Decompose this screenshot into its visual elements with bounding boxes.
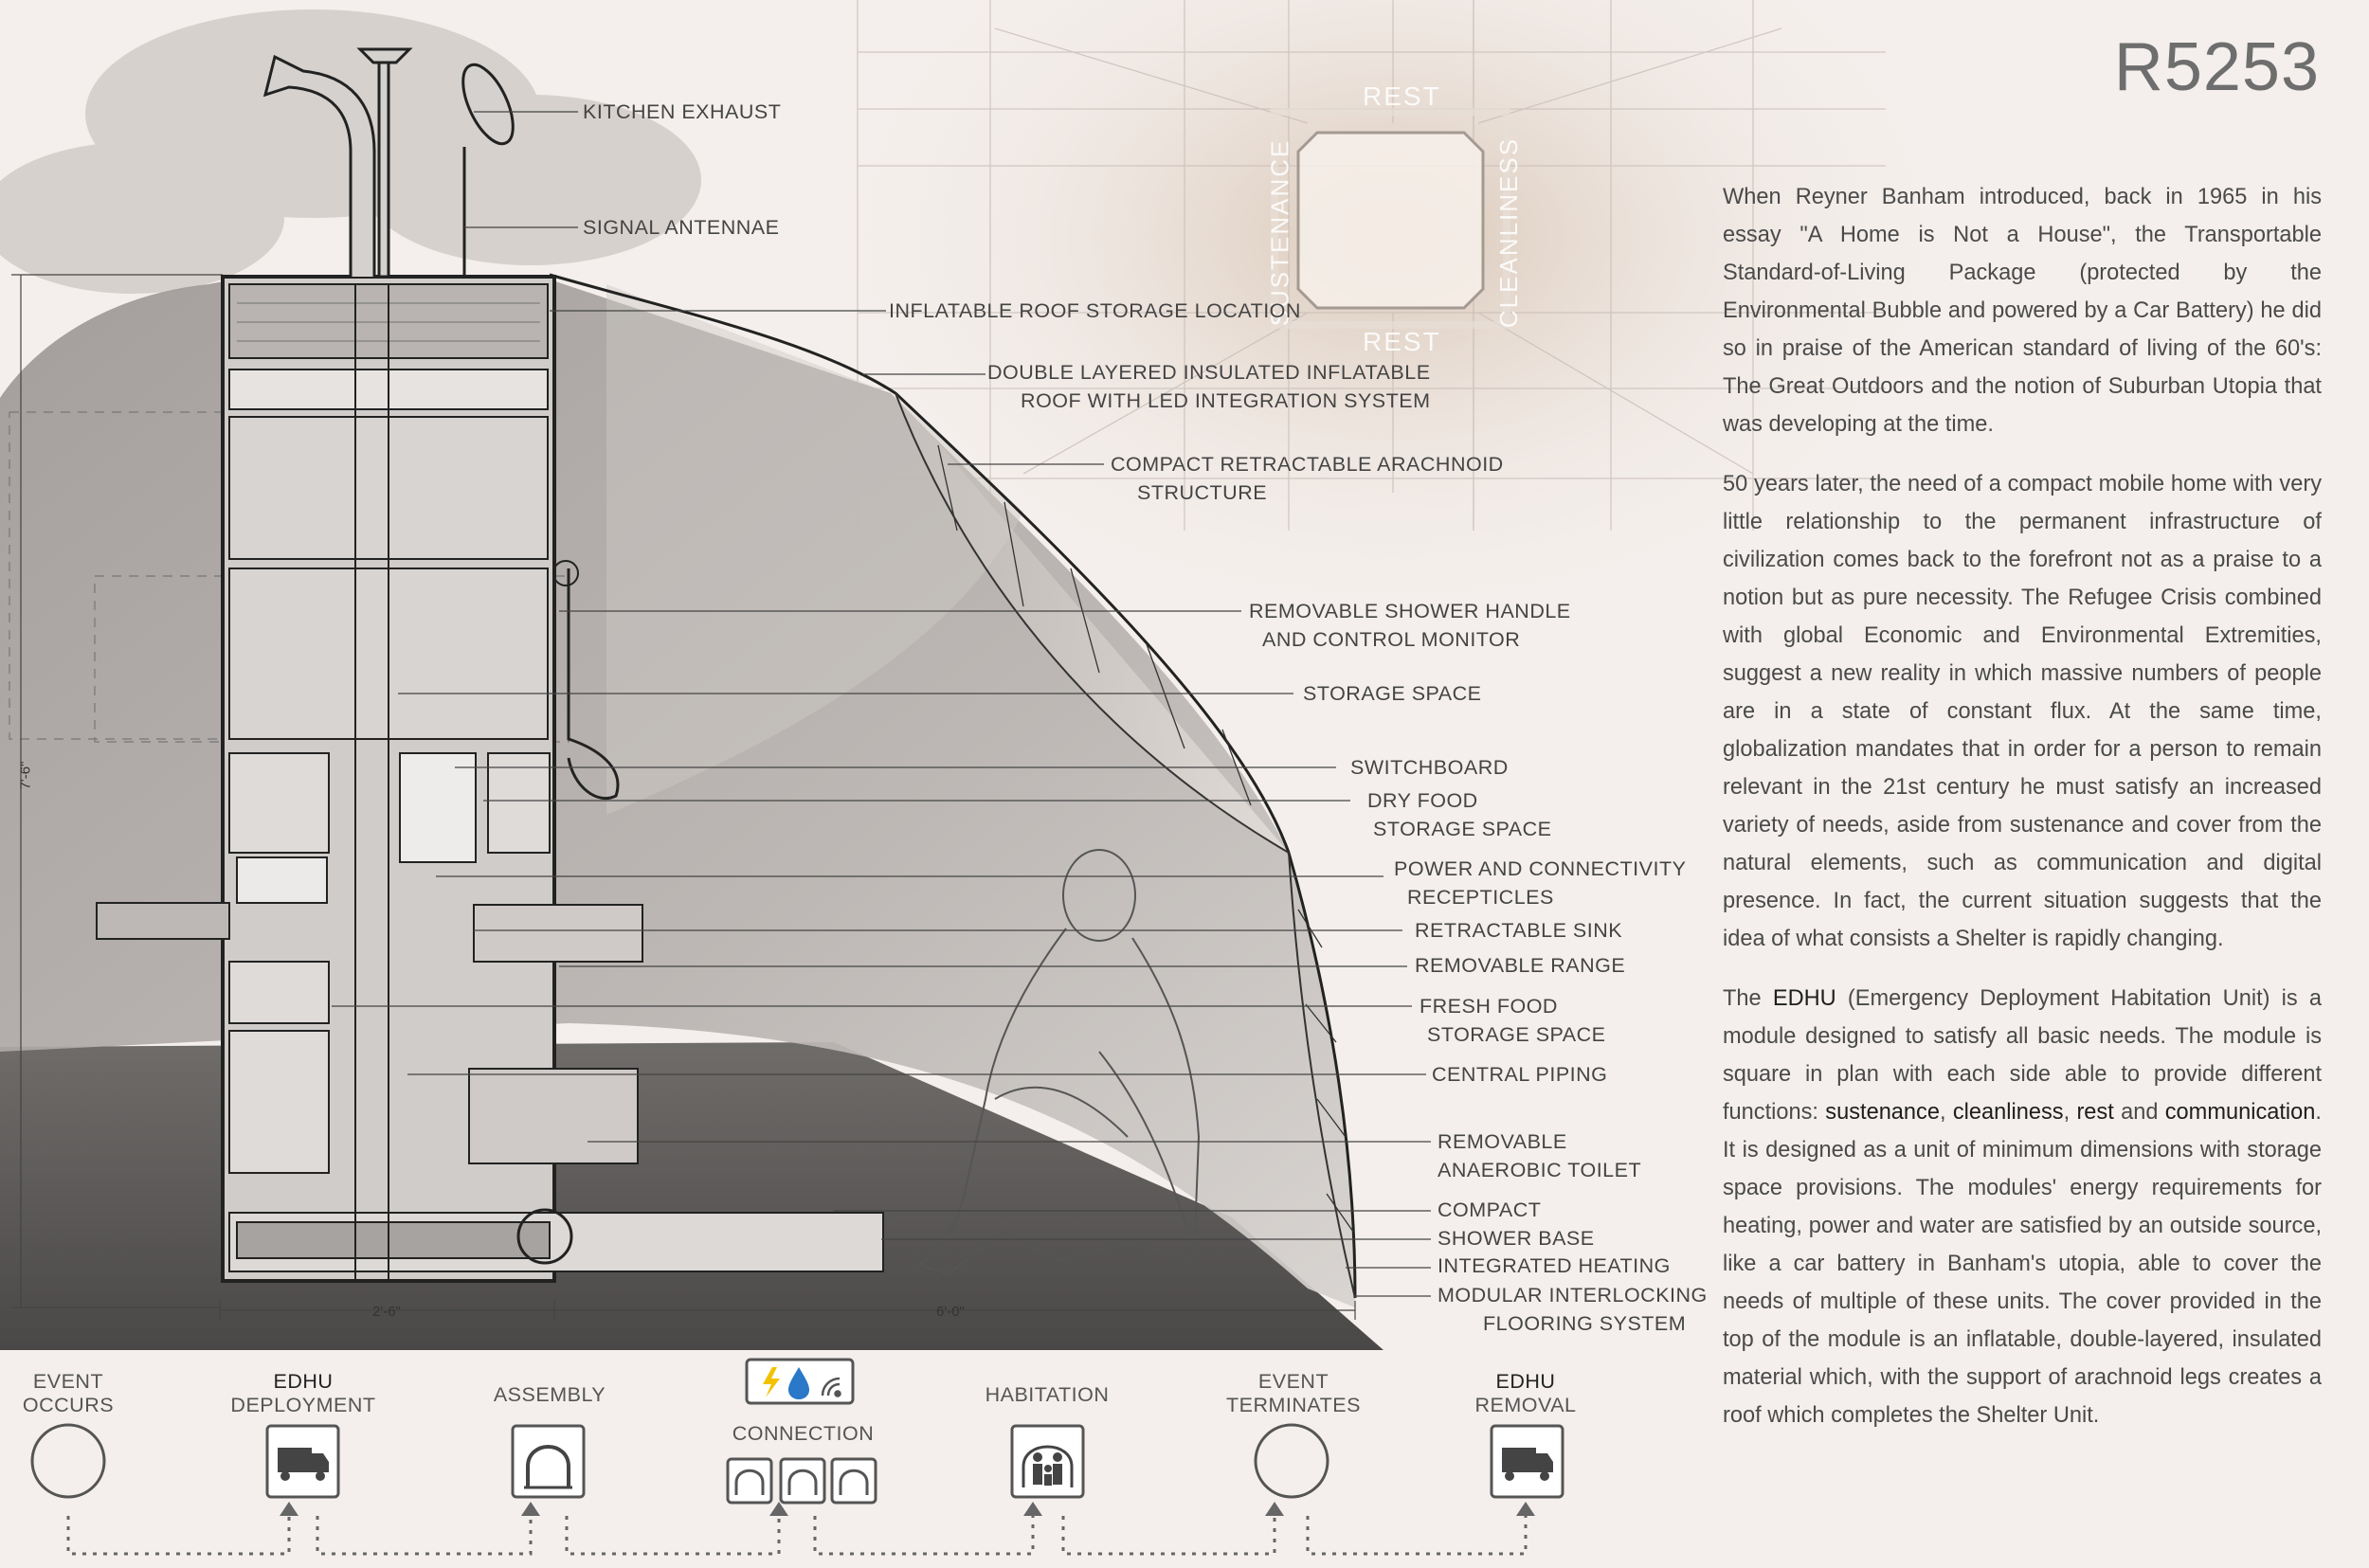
label-storage-space: STORAGE SPACE — [1303, 682, 1482, 705]
label-central-piping: CENTRAL PIPING — [1432, 1063, 1608, 1086]
label-fresh-food: FRESH FOOD STORAGE SPACE — [1420, 992, 1606, 1049]
step-event-terminates: EVENT TERMINATES — [1203, 1370, 1383, 1417]
label-inflatable-roof-storage: INFLATABLE ROOF STORAGE LOCATION — [889, 299, 1301, 322]
label-double-layered-roof: DOUBLE LAYERED INSULATED INFLATABLE ROOF… — [987, 358, 1431, 415]
essay-p3-c: . It is designed as a unit of minimum di… — [1723, 1100, 2322, 1428]
keyword-sustenance: sustenance — [1825, 1100, 1940, 1125]
project-essay: When Reyner Banham introduced, back in 1… — [1723, 178, 2322, 1456]
step-removal-line-2: REMOVAL — [1474, 1394, 1577, 1416]
label-shower-base: COMPACT SHOWER BASE — [1438, 1196, 1595, 1253]
label-signal-antennae: SIGNAL ANTENNAE — [583, 216, 780, 239]
step-assembly: ASSEMBLY — [493, 1383, 606, 1406]
label-removable-range: REMOVABLE RANGE — [1415, 954, 1626, 977]
step-deployment-line-2: DEPLOYMENT — [230, 1394, 376, 1416]
label-anaerobic-toilet: REMOVABLE ANAEROBIC TOILET — [1438, 1127, 1641, 1184]
essay-p3-comma-1: , — [1939, 1100, 1953, 1125]
step-removal-line-1: EDHU — [1495, 1370, 1556, 1393]
label-shower-handle-line-2: AND CONTROL MONITOR — [1262, 628, 1521, 651]
label-double-layered-line-1: DOUBLE LAYERED INSULATED INFLATABLE — [987, 361, 1431, 384]
step-event-terminates-line-2: TERMINATES — [1226, 1394, 1361, 1416]
label-flooring-system: MODULAR INTERLOCKING FLOORING SYSTEM — [1438, 1281, 1708, 1338]
essay-paragraph-3: The EDHU (Emergency Deployment Habitatio… — [1723, 980, 2322, 1434]
step-event-occurs-line-1: EVENT — [32, 1370, 104, 1393]
label-retractable-sink: RETRACTABLE SINK — [1415, 919, 1623, 942]
keyword-communication: communication — [2164, 1100, 2316, 1125]
label-kitchen-exhaust: KITCHEN EXHAUST — [583, 100, 782, 123]
label-shower-handle: REMOVABLE SHOWER HANDLE AND CONTROL MONI… — [1249, 597, 1571, 654]
label-flooring-line-2: FLOORING SYSTEM — [1483, 1312, 1687, 1335]
dimension-roof-span: 6'-0" — [936, 1304, 965, 1320]
label-double-layered-line-2: ROOF WITH LED INTEGRATION SYSTEM — [1021, 389, 1431, 412]
label-toilet-line-2: ANAEROBIC TOILET — [1438, 1159, 1642, 1181]
label-integrated-heating: INTEGRATED HEATING — [1438, 1254, 1671, 1277]
project-code: R5253 — [2113, 29, 2320, 105]
essay-p3-comma-2: , — [2063, 1100, 2077, 1125]
essay-paragraph-2: 50 years later, the need of a compact mo… — [1723, 472, 2322, 951]
label-power-connectivity: POWER AND CONNECTIVITY RECEPTICLES — [1394, 855, 1686, 911]
plan-label-cleanliness: CLEANLINESS — [1494, 136, 1524, 329]
dimension-height: 7'-6" — [17, 761, 34, 790]
label-fresh-food-line-1: FRESH FOOD — [1420, 995, 1558, 1018]
label-toilet-line-1: REMOVABLE — [1438, 1130, 1567, 1153]
step-deployment-line-1: EDHU — [273, 1370, 334, 1393]
keyword-rest: rest — [2076, 1100, 2114, 1125]
label-dry-food-line-2: STORAGE SPACE — [1373, 818, 1552, 840]
essay-paragraph-1: When Reyner Banham introduced, back in 1… — [1723, 185, 2322, 437]
essay-p3-and: and — [2113, 1100, 2165, 1125]
essay-p3-a: The — [1723, 986, 1773, 1011]
essay-p3-edhu: EDHU — [1772, 986, 1836, 1011]
label-power-line-2: RECEPTICLES — [1407, 886, 1554, 909]
label-arachnoid-line-2: STRUCTURE — [1137, 481, 1268, 504]
label-shower-line-2: SHOWER BASE — [1438, 1227, 1595, 1250]
step-deployment: EDHU DEPLOYMENT — [213, 1370, 393, 1417]
label-arachnoid-line-1: COMPACT RETRACTABLE ARACHNOID — [1111, 453, 1504, 476]
label-shower-handle-line-1: REMOVABLE SHOWER HANDLE — [1249, 600, 1571, 622]
step-connection: CONNECTION — [732, 1422, 875, 1445]
label-shower-line-1: COMPACT — [1438, 1199, 1542, 1221]
step-habitation: HABITATION — [985, 1383, 1110, 1406]
label-power-line-1: POWER AND CONNECTIVITY — [1394, 857, 1687, 880]
step-removal: EDHU REMOVAL — [1455, 1370, 1597, 1417]
step-event-occurs-line-2: OCCURS — [22, 1394, 115, 1416]
label-dry-food-line-1: DRY FOOD — [1367, 789, 1478, 812]
label-flooring-line-1: MODULAR INTERLOCKING — [1438, 1284, 1708, 1307]
label-fresh-food-line-2: STORAGE SPACE — [1427, 1023, 1606, 1046]
keyword-cleanliness: cleanliness — [1952, 1100, 2064, 1125]
label-dry-food: DRY FOOD STORAGE SPACE — [1367, 786, 1552, 843]
plan-label-rest-bottom: REST — [1363, 327, 1441, 356]
plan-label-rest-top: REST — [1363, 81, 1441, 111]
step-event-terminates-line-1: EVENT — [1257, 1370, 1329, 1393]
step-event-occurs: EVENT OCCURS — [11, 1370, 125, 1417]
label-arachnoid-structure: COMPACT RETRACTABLE ARACHNOID STRUCTURE — [1111, 450, 1504, 507]
dimension-module-width: 2'-6" — [372, 1304, 401, 1320]
label-switchboard: SWITCHBOARD — [1350, 756, 1509, 779]
